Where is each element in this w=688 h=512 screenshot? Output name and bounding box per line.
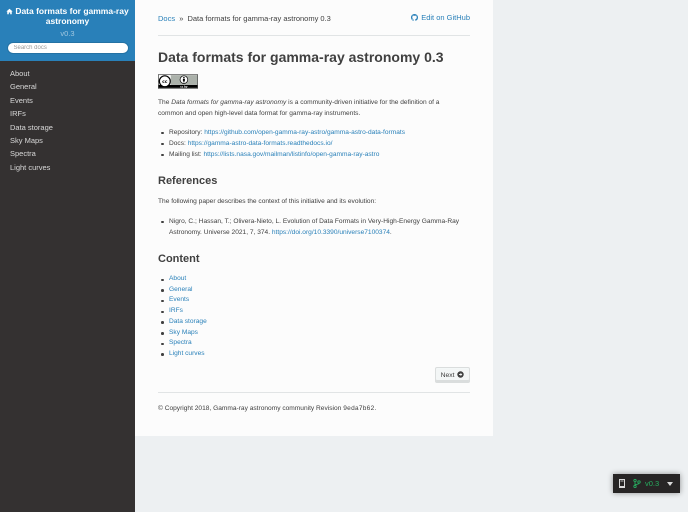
main-content: Docs » Data formats for gamma-ray astron…	[135, 0, 493, 436]
list-item: General	[158, 285, 470, 296]
repository-link[interactable]: https://github.com/open-gamma-ray-astro/…	[204, 129, 405, 136]
sidebar-header: Data formats for gamma-ray astronomy v0.…	[0, 0, 135, 61]
list-item: IRFs	[158, 306, 470, 317]
sidebar-item-about[interactable]: About	[0, 67, 135, 80]
list-item: Mailing list: https://lists.nasa.gov/mai…	[158, 149, 470, 160]
copyright-text: © Copyright 2018, Gamma-ray astronomy co…	[158, 404, 315, 412]
list-item: Docs: https://gamma-astro-data-formats.r…	[158, 138, 470, 149]
next-button[interactable]: Next	[435, 366, 470, 383]
github-icon	[411, 14, 419, 21]
toc-link-sky-maps[interactable]: Sky Maps	[169, 329, 198, 336]
home-icon	[6, 8, 13, 15]
caret-down-icon	[667, 482, 673, 486]
list-item: Light curves	[158, 349, 470, 360]
sidebar-item-light-curves[interactable]: Light curves	[0, 161, 135, 174]
toc-link-events[interactable]: Events	[169, 296, 189, 303]
toc-link-about[interactable]: About	[169, 275, 186, 282]
list-item: Nigro, C.; Hassan, T.; Olivera-Nieto, L.…	[158, 216, 466, 238]
sidebar-item-sky-maps[interactable]: Sky Maps	[0, 134, 135, 147]
svg-text:cc: cc	[162, 80, 168, 85]
references-heading: References	[158, 175, 218, 187]
sidebar-item-spectra[interactable]: Spectra	[0, 147, 135, 160]
edit-on-github-link[interactable]: Edit on GitHub	[411, 13, 470, 22]
breadcrumb: Docs » Data formats for gamma-ray astron…	[158, 0, 470, 36]
references-list: Nigro, C.; Hassan, T.; Olivera-Nieto, L.…	[158, 216, 470, 238]
list-item: Data storage	[158, 317, 470, 328]
current-version: v0.3	[645, 479, 660, 488]
toc-link-spectra[interactable]: Spectra	[169, 339, 192, 346]
content-toc-list: About General Events IRFs Data storage S…	[158, 274, 470, 360]
intro-emphasis: Data formats for gamma-ray astronomy	[171, 99, 287, 106]
version-switcher[interactable]: v0.3	[613, 474, 680, 493]
footer-divider	[158, 391, 470, 393]
edit-on-github-label: Edit on GitHub	[421, 13, 470, 22]
list-item: Sky Maps	[158, 328, 470, 339]
breadcrumb-separator: »	[179, 14, 184, 23]
sidebar-nav: About General Events IRFs Data storage S…	[0, 67, 135, 174]
references-intro: The following paper describes the contex…	[158, 198, 377, 205]
page-title: Data formats for gamma-ray astronomy 0.3	[158, 49, 444, 65]
toc-link-light-curves[interactable]: Light curves	[169, 350, 205, 357]
project-home-link[interactable]: Data formats for gamma-ray astronomy	[6, 6, 129, 26]
cc-by-license-badge[interactable]: cc cc by	[158, 74, 198, 89]
git-branch-icon	[633, 479, 641, 488]
sidebar-item-irfs[interactable]: IRFs	[0, 107, 135, 120]
mailing-list-link[interactable]: https://lists.nasa.gov/mailman/listinfo/…	[203, 151, 379, 158]
list-item: Events	[158, 295, 470, 306]
sidebar-item-events[interactable]: Events	[0, 94, 135, 107]
sidebar-item-general[interactable]: General	[0, 80, 135, 93]
project-name: Data formats for gamma-ray astronomy	[15, 6, 129, 26]
breadcrumb-docs-link[interactable]: Docs	[158, 14, 175, 23]
revision-hash: 9eda7b62	[343, 404, 375, 412]
list-item: Repository: https://github.com/open-gamm…	[158, 127, 470, 138]
doi-link[interactable]: https://doi.org/10.3390/universe7100374	[272, 229, 390, 236]
breadcrumb-current: Data formats for gamma-ray astronomy 0.3	[187, 14, 331, 23]
arrow-circle-right-icon	[457, 370, 465, 378]
sidebar: Data formats for gamma-ray astronomy v0.…	[0, 0, 135, 512]
book-icon	[619, 479, 625, 488]
toc-link-irfs[interactable]: IRFs	[169, 307, 183, 314]
list-item: Spectra	[158, 338, 470, 349]
search-input[interactable]	[6, 42, 129, 54]
docs-link[interactable]: https://gamma-astro-data-formats.readthe…	[188, 140, 333, 147]
sidebar-version: v0.3	[60, 29, 75, 38]
toc-link-data-storage[interactable]: Data storage	[169, 318, 207, 325]
sidebar-item-data-storage[interactable]: Data storage	[0, 121, 135, 134]
footer: © Copyright 2018, Gamma-ray astronomy co…	[158, 404, 377, 412]
list-item: About	[158, 274, 470, 285]
toc-link-general[interactable]: General	[169, 286, 192, 293]
license-badge-text: cc by	[180, 85, 188, 89]
intro-paragraph: The Data formats for gamma-ray astronomy…	[158, 99, 440, 117]
resource-links-list: Repository: https://github.com/open-gamm…	[158, 127, 470, 160]
content-heading: Content	[158, 253, 200, 265]
